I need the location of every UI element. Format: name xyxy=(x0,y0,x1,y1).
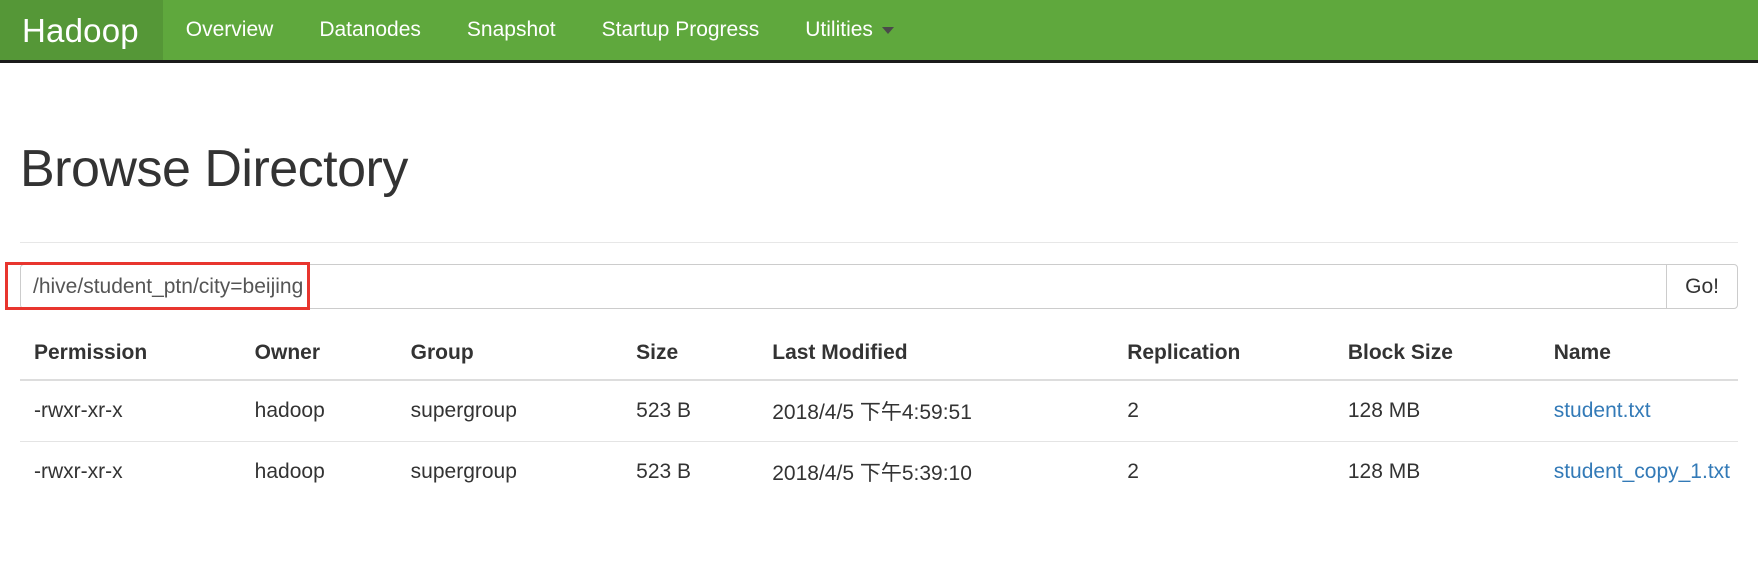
column-header-last-modified[interactable]: Last Modified xyxy=(758,331,1114,382)
cell-name: student.txt xyxy=(1540,380,1738,442)
cell-block-size: 128 MB xyxy=(1347,399,1421,423)
nav-item-startup-progress: Startup Progress xyxy=(579,0,783,60)
cell-owner: hadoop xyxy=(254,399,325,423)
nav-link-snapshot-label: Snapshot xyxy=(466,18,556,41)
nav-link-overview[interactable]: Overview xyxy=(163,0,297,60)
nav-item-overview: Overview xyxy=(163,0,297,60)
cell-group: supergroup xyxy=(410,399,517,423)
column-header-name[interactable]: Name xyxy=(1539,331,1738,382)
path-input[interactable] xyxy=(20,264,1667,310)
column-header-block-size[interactable]: Block Size xyxy=(1333,331,1540,382)
nav-link-utilities[interactable]: Utilities xyxy=(782,0,917,60)
file-link[interactable]: student_copy_1.txt xyxy=(1554,460,1730,483)
file-link[interactable]: student.txt xyxy=(1554,399,1651,422)
cell-size: 523 B xyxy=(636,399,692,423)
nav-item-snapshot: Snapshot xyxy=(444,0,579,60)
path-form: Go! xyxy=(5,262,1738,311)
table-header: Permission Owner Group Size Last Modifie… xyxy=(20,331,1738,382)
cell-owner: hadoop xyxy=(240,441,397,503)
nav-links: Overview Datanodes Snapshot Startup Prog… xyxy=(163,0,917,60)
nav-link-datanodes-label: Datanodes xyxy=(319,18,421,41)
nav-item-utilities: Utilities xyxy=(782,0,917,60)
column-header-permission[interactable]: Permission xyxy=(20,331,241,382)
cell-replication: 2 xyxy=(1113,441,1334,503)
cell-name: student_copy_1.txt xyxy=(1539,441,1738,503)
column-header-replication[interactable]: Replication xyxy=(1113,331,1334,382)
nav-link-startup-progress-label: Startup Progress xyxy=(601,18,760,41)
directory-listing-table: Permission Owner Group Size Last Modifie… xyxy=(20,331,1738,503)
column-header-owner[interactable]: Owner xyxy=(240,331,397,382)
page-container: Browse Directory Go! Permission Owner Gr… xyxy=(0,63,1758,503)
page-title: Browse Directory xyxy=(20,140,408,198)
cell-last-modified: 2018/4/5 下午4:59:51 xyxy=(772,401,972,425)
nav-item-datanodes: Datanodes xyxy=(296,0,444,60)
cell-size: 523 B xyxy=(622,441,759,503)
cell-permission: -rwxr-xr-x xyxy=(34,399,123,423)
cell-replication: 2 xyxy=(1127,399,1139,423)
nav-link-overview-label: Overview xyxy=(185,18,274,41)
go-button[interactable]: Go! xyxy=(1666,264,1738,310)
nav-link-snapshot[interactable]: Snapshot xyxy=(444,0,579,60)
brand-hadoop[interactable]: Hadoop xyxy=(0,0,163,60)
nav-link-utilities-label: Utilities xyxy=(805,18,873,41)
cell-last-modified: 2018/4/5 下午5:39:10 xyxy=(758,441,1114,503)
table-body: -rwxr-xr-x hadoop supergroup 523 B 2018/… xyxy=(20,380,1738,503)
nav-link-startup-progress[interactable]: Startup Progress xyxy=(579,0,783,60)
title-divider xyxy=(20,242,1738,244)
nav-link-datanodes[interactable]: Datanodes xyxy=(296,0,444,60)
table-row: -rwxr-xr-x hadoop supergroup 523 B 2018/… xyxy=(20,441,1738,503)
cell-block-size: 128 MB xyxy=(1333,441,1540,503)
main-navbar: Hadoop Overview Datanodes Snapshot Start… xyxy=(0,0,1758,63)
column-header-group[interactable]: Group xyxy=(396,331,623,382)
table-row: -rwxr-xr-x hadoop supergroup 523 B 2018/… xyxy=(20,380,1738,442)
table-header-row: Permission Owner Group Size Last Modifie… xyxy=(20,331,1738,382)
cell-permission: -rwxr-xr-x xyxy=(20,441,241,503)
chevron-down-icon xyxy=(881,26,894,34)
column-header-size[interactable]: Size xyxy=(622,331,759,382)
cell-group: supergroup xyxy=(396,441,623,503)
